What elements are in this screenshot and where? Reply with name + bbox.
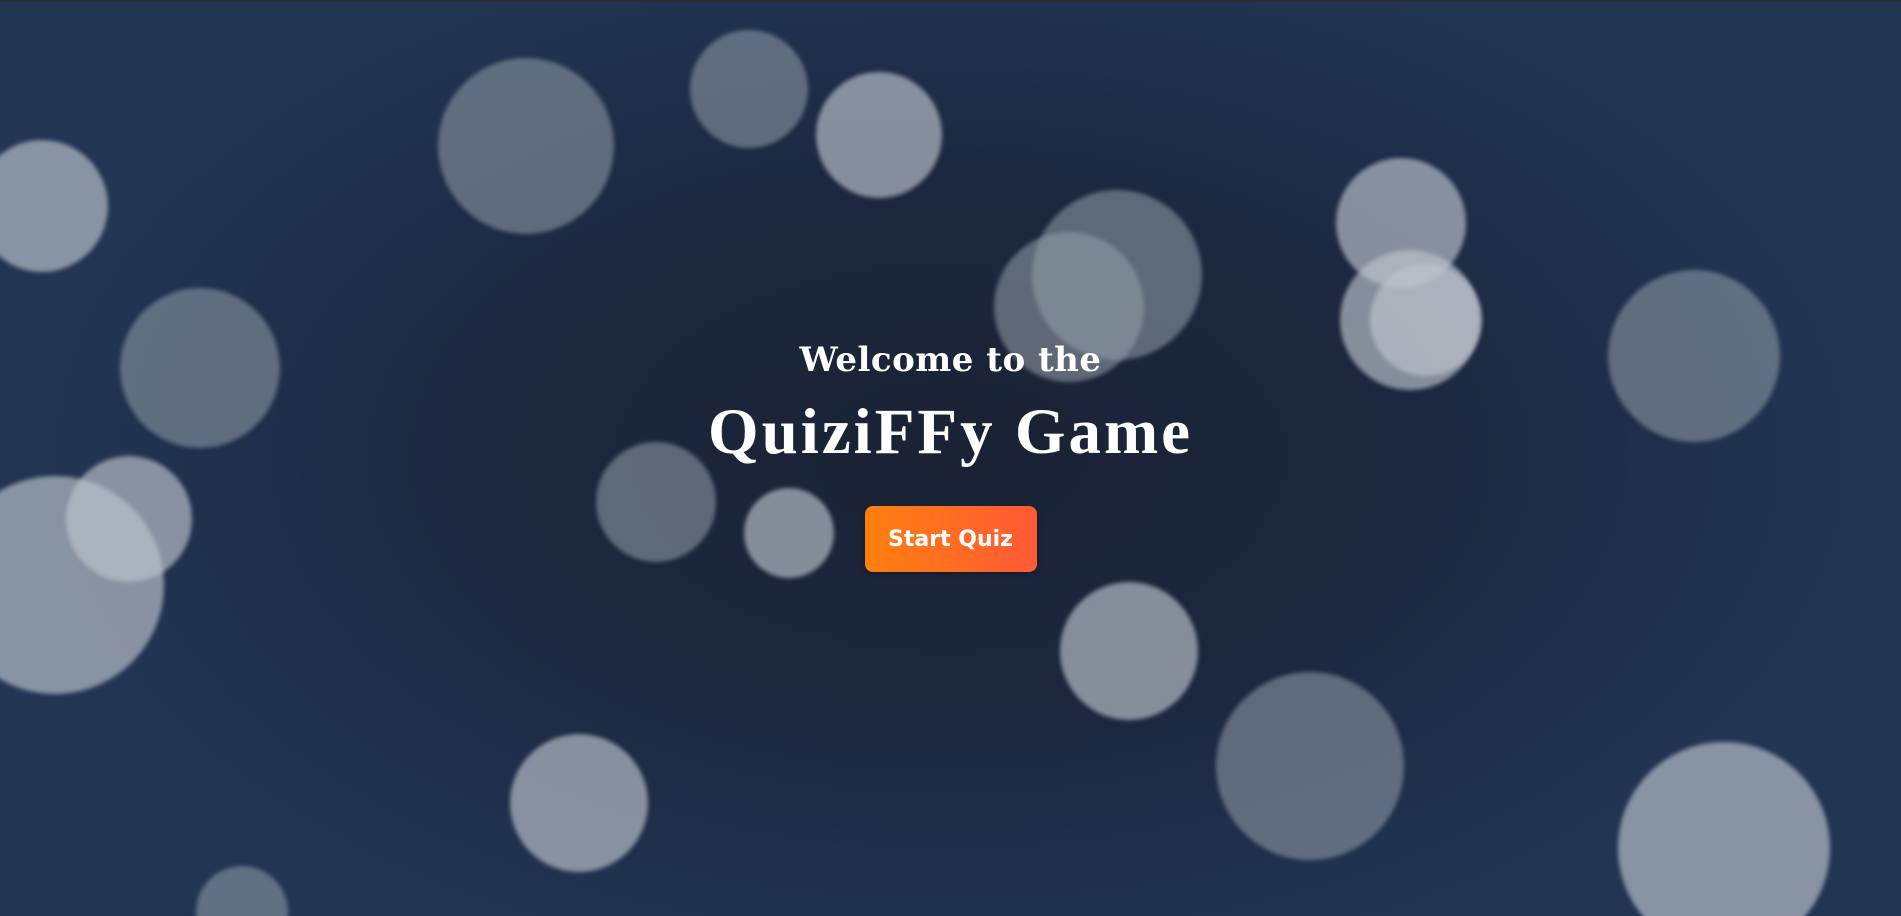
background-stage: Welcome to the QuiziFFy Game Start Quiz xyxy=(0,0,1901,916)
bokeh-circle xyxy=(1216,672,1404,860)
top-edge-bar xyxy=(0,0,1901,2)
game-title: QuiziFFy Game xyxy=(708,395,1193,468)
bokeh-circle xyxy=(1060,582,1198,720)
start-quiz-button[interactable]: Start Quiz xyxy=(864,506,1037,573)
bokeh-circle xyxy=(1032,190,1202,360)
bokeh-circle xyxy=(816,72,942,198)
bokeh-circle xyxy=(0,140,108,272)
bokeh-circle xyxy=(510,734,648,872)
bokeh-circle xyxy=(690,30,808,148)
bokeh-circle xyxy=(1618,742,1830,916)
hero-section: Welcome to the QuiziFFy Game Start Quiz xyxy=(0,340,1901,573)
bokeh-circle xyxy=(438,58,614,234)
bokeh-circle xyxy=(1336,158,1466,288)
bokeh-circle xyxy=(196,866,288,916)
welcome-heading: Welcome to the xyxy=(799,340,1102,380)
